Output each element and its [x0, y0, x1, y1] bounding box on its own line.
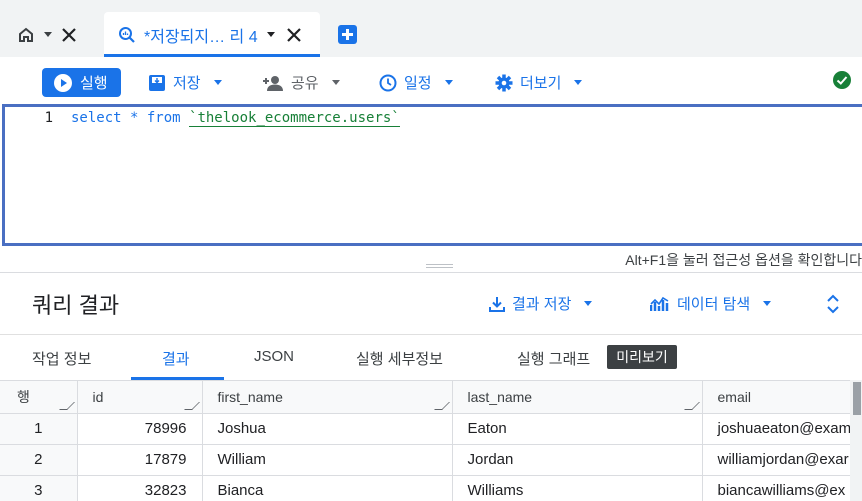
row-number: 3 [0, 475, 78, 501]
column-header-last-name[interactable]: last_name [452, 381, 703, 414]
save-icon [149, 74, 165, 91]
close-icon[interactable] [62, 27, 76, 42]
column-header-email[interactable]: email [702, 381, 850, 414]
save-button[interactable]: 저장 [148, 68, 222, 97]
chart-icon [650, 296, 669, 311]
table-reference-link[interactable]: `thelook_ecommerce.users` [189, 110, 400, 127]
cell-last-name[interactable]: Eaton [452, 413, 703, 445]
chevron-down-icon [763, 301, 772, 306]
results-table-container: 행 id first_name last_name email 1 78996 … [0, 380, 850, 501]
sql-editor[interactable]: 1 select * from `thelook_ecommerce.users… [2, 104, 862, 246]
pane-divider [0, 272, 862, 273]
results-table: 행 id first_name last_name email 1 78996 … [0, 381, 850, 501]
chevron-down-icon [444, 80, 453, 85]
table-row: 3 32823 Bianca Williams biancawilliams@e… [0, 475, 850, 501]
vertical-scrollbar[interactable] [850, 380, 862, 501]
column-label: id [92, 388, 104, 405]
query-search-icon [119, 26, 135, 43]
cell-last-name[interactable]: Jordan [452, 444, 703, 476]
resize-handle[interactable] [426, 264, 453, 268]
cell-first-name[interactable]: William [202, 444, 453, 476]
expand-collapse-icon[interactable] [826, 293, 840, 315]
tab-json[interactable]: JSON [254, 348, 294, 365]
column-resize-handle[interactable] [433, 401, 450, 410]
table-row: 2 17879 William Jordan williamjordan@exa… [0, 444, 850, 476]
home-icon [19, 27, 33, 42]
column-header-id[interactable]: id [77, 381, 203, 414]
column-header-first-name[interactable]: first_name [202, 381, 453, 414]
chevron-down-icon [331, 80, 340, 85]
column-label: last_name [467, 388, 533, 405]
table-row: 1 78996 Joshua Eaton joshuaeaton@exam [0, 413, 850, 445]
column-label: first_name [217, 388, 283, 405]
chevron-down-icon[interactable] [266, 32, 275, 37]
results-title: 쿼리 결과 [32, 293, 120, 318]
cell-first-name[interactable]: Bianca [202, 475, 453, 501]
cell-email[interactable]: biancawilliams@ex [702, 475, 850, 501]
line-number: 1 [44, 110, 53, 126]
run-button[interactable]: 실행 [42, 68, 121, 97]
results-tabs: 작업 정보 결과 JSON 실행 세부정보 실행 그래프 미리보기 [0, 334, 862, 380]
cell-id[interactable]: 17879 [77, 444, 203, 476]
tab-untitled-query[interactable]: *저장되지… 리 4 [104, 12, 320, 57]
close-icon[interactable] [286, 27, 301, 42]
column-label: 행 [17, 388, 30, 405]
clock-icon [379, 74, 397, 91]
save-label: 저장 [173, 75, 201, 92]
column-header-row[interactable]: 행 [0, 381, 78, 414]
tab-job-info[interactable]: 작업 정보 [32, 348, 91, 369]
schedule-label: 일정 [404, 75, 432, 92]
share-label: 공유 [291, 75, 319, 92]
row-number: 1 [0, 413, 78, 445]
scrollbar-thumb[interactable] [853, 382, 861, 415]
cell-first-name[interactable]: Joshua [202, 413, 453, 445]
save-results-button[interactable]: 결과 저장 [489, 293, 593, 314]
download-icon [489, 296, 505, 312]
line-gutter: 1 [5, 107, 65, 243]
add-person-icon [263, 75, 283, 91]
query-toolbar: 실행 저장 공유 일정 더보기 [0, 57, 862, 104]
sql-keywords: select * from [71, 110, 190, 126]
column-resize-handle[interactable] [683, 401, 700, 410]
column-resize-handle[interactable] [58, 401, 75, 410]
cell-email[interactable]: williamjordan@exar [702, 444, 850, 476]
row-number: 2 [0, 444, 78, 476]
table-header-row: 행 id first_name last_name email [0, 381, 850, 414]
more-button[interactable]: 더보기 [495, 68, 583, 97]
play-icon [54, 73, 72, 92]
tab-results[interactable]: 결과 [162, 348, 190, 369]
column-resize-handle[interactable] [183, 401, 200, 410]
sql-code-line[interactable]: select * from `thelook_ecommerce.users` [71, 110, 400, 127]
validation-success-icon[interactable] [833, 71, 851, 89]
explore-data-label: 데이터 탐색 [677, 296, 751, 313]
cell-id[interactable]: 32823 [77, 475, 203, 501]
chevron-down-icon[interactable] [44, 32, 52, 37]
explore-data-button[interactable]: 데이터 탐색 [650, 293, 772, 314]
tab-execution-details[interactable]: 실행 세부정보 [356, 348, 443, 369]
cell-id[interactable]: 78996 [77, 413, 203, 445]
preview-badge: 미리보기 [607, 345, 677, 369]
chevron-down-icon [574, 80, 583, 85]
schedule-button[interactable]: 일정 [379, 68, 453, 97]
tab-bar: *저장되지… 리 4 [0, 0, 862, 57]
query-tab-label: *저장되지… 리 4 [144, 28, 258, 46]
accessibility-hint: Alt+F1을 눌러 접근성 옵션을 확인합니다 [625, 252, 862, 268]
chevron-down-icon [584, 301, 593, 306]
add-tab-icon[interactable] [338, 25, 357, 44]
more-label: 더보기 [520, 75, 562, 92]
chevron-down-icon [213, 80, 222, 85]
gear-icon [495, 74, 513, 91]
home-tab[interactable] [0, 12, 104, 57]
cell-email[interactable]: joshuaeaton@exam [702, 413, 850, 445]
tab-execution-graph[interactable]: 실행 그래프 [517, 348, 590, 369]
run-label: 실행 [80, 75, 108, 92]
share-button[interactable]: 공유 [262, 68, 340, 97]
cell-last-name[interactable]: Williams [452, 475, 703, 501]
save-results-label: 결과 저장 [512, 296, 572, 313]
column-label: email [717, 388, 751, 405]
